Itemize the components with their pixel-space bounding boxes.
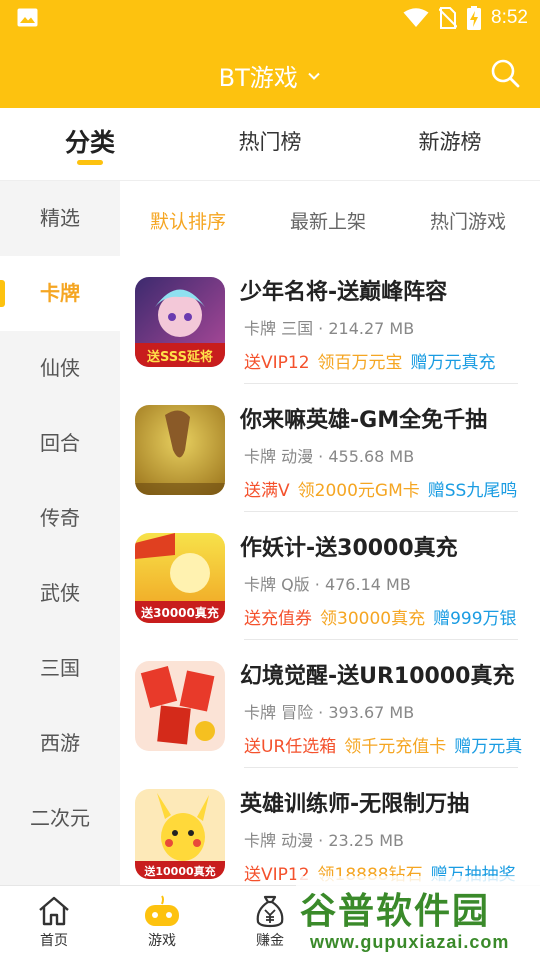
sidebar-item-turn-based[interactable]: 回合 xyxy=(0,406,120,481)
sidebar-item-label: 传奇 xyxy=(40,506,80,530)
sidebar-item-featured[interactable]: 精选 xyxy=(0,181,120,256)
sidebar-item-journey-west[interactable]: 西游 xyxy=(0,706,120,781)
sort-tabs: 默认排序 最新上架 热门游戏 xyxy=(120,181,540,256)
nav-label: 首页 xyxy=(40,933,68,949)
sort-popular[interactable]: 热门游戏 xyxy=(430,207,506,234)
status-time: 8:52 xyxy=(491,7,528,28)
gamepad-icon xyxy=(145,895,179,926)
list-item[interactable]: 幻境觉醒-送UR10000真充 卡牌 冒险 · 393.67 MB 送UR任选箱… xyxy=(120,640,540,768)
sidebar-item-legend[interactable]: 传奇 xyxy=(0,481,120,556)
sidebar-item-label: 二次元 xyxy=(30,806,90,830)
tag-claim: 领30000真充 xyxy=(320,609,426,629)
category-sidebar: 精选 卡牌 仙侠 回合 传奇 武侠 三国 西游 二次元 xyxy=(0,181,120,885)
sidebar-item-label: 卡牌 xyxy=(40,281,80,305)
tab-new-ranking[interactable]: 新游榜 xyxy=(360,126,540,156)
money-bag-icon xyxy=(256,895,284,928)
chevron-down-icon xyxy=(308,72,321,80)
sidebar-item-label: 西游 xyxy=(40,731,80,755)
game-title[interactable]: 幻境觉醒-送UR10000真充 xyxy=(240,658,514,690)
home-icon xyxy=(39,896,69,926)
tab-active-indicator xyxy=(77,160,103,165)
game-title[interactable]: 英雄训练师-无限制万抽 xyxy=(240,786,469,818)
nav-home[interactable]: 首页 xyxy=(14,894,94,950)
game-tags: 送UR任选箱 领千元充值卡 赠万元真 xyxy=(244,732,530,757)
game-thumbnail[interactable]: 送30000真充 xyxy=(135,533,225,623)
sidebar-item-card[interactable]: 卡牌 xyxy=(0,256,120,331)
list-item[interactable]: 送SSS延将 少年名将-送巅峰阵容 卡牌 三国 · 214.27 MB 送VIP… xyxy=(120,256,540,384)
sidebar-item-label: 三国 xyxy=(40,656,80,680)
game-thumbnail[interactable] xyxy=(135,661,225,751)
tab-category[interactable]: 分类 xyxy=(0,123,180,159)
nav-games[interactable]: 游戏 xyxy=(122,894,202,950)
game-thumbnail[interactable] xyxy=(135,405,225,495)
tab-hot-ranking[interactable]: 热门榜 xyxy=(180,126,360,156)
game-tags: 送满V 领2000元GM卡 赠SS九尾鸣 xyxy=(244,476,525,501)
sidebar-item-label: 仙侠 xyxy=(40,356,80,380)
wifi-icon xyxy=(403,8,429,27)
game-thumbnail[interactable]: 送10000真充 xyxy=(135,789,225,879)
game-meta: 卡牌 三国 · 214.27 MB xyxy=(244,319,415,338)
list-item[interactable]: 你来嘛英雄-GM全免千抽 卡牌 动漫 · 455.68 MB 送满V 领2000元… xyxy=(120,384,540,512)
sidebar-item-anime[interactable]: 二次元 xyxy=(0,781,120,856)
game-list: 送SSS延将 少年名将-送巅峰阵容 卡牌 三国 · 214.27 MB 送VIP… xyxy=(120,256,540,885)
tag-bonus: 赠SS九尾鸣 xyxy=(427,481,518,501)
status-icons: 8:52 xyxy=(403,6,528,30)
game-tags: 送充值券 领30000真充 赠999万银 xyxy=(244,604,525,629)
battery-charging-icon xyxy=(467,6,482,30)
list-item[interactable]: 送10000真充 英雄训练师-无限制万抽 卡牌 动漫 · 23.25 MB 送V… xyxy=(120,768,540,885)
thumbnail-caption: 送30000真充 xyxy=(140,605,219,620)
sidebar-item-three-kingdoms[interactable]: 三国 xyxy=(0,631,120,706)
game-thumbnail[interactable]: 送SSS延将 xyxy=(135,277,225,367)
nav-label: 游戏 xyxy=(148,933,176,949)
tag-gift: 送满V xyxy=(244,481,290,501)
tag-bonus: 赠万元真 xyxy=(454,737,523,757)
game-meta: 卡牌 动漫 · 455.68 MB xyxy=(244,447,415,466)
image-notification-icon xyxy=(17,8,38,27)
tag-bonus: 赠999万银 xyxy=(433,609,517,629)
game-meta: 卡牌 动漫 · 23.25 MB xyxy=(244,831,405,850)
game-meta: 卡牌 Q版 · 476.14 MB xyxy=(244,575,411,594)
watermark-url: www.gupuxiazai.com xyxy=(310,932,510,952)
tag-gift: 送UR任选箱 xyxy=(244,737,337,757)
status-bar: 8:52 xyxy=(0,0,540,36)
page-title-dropdown[interactable]: BT游戏 xyxy=(0,58,540,93)
no-sim-icon xyxy=(439,7,458,29)
game-title[interactable]: 你来嘛英雄-GM全免千抽 xyxy=(240,402,487,434)
sidebar-item-label: 回合 xyxy=(40,431,80,455)
game-tags: 送VIP12 领百万元宝 赠万元真充 xyxy=(244,348,504,373)
thumbnail-caption: 送10000真充 xyxy=(143,864,215,878)
tag-claim: 领百万元宝 xyxy=(317,353,403,373)
list-item[interactable]: 送30000真充 作妖计-送30000真充 卡牌 Q版 · 476.14 MB … xyxy=(120,512,540,640)
game-title[interactable]: 少年名将-送巅峰阵容 xyxy=(240,274,447,306)
tag-gift: 送充值券 xyxy=(244,609,312,629)
active-marker xyxy=(0,280,5,307)
title-bar: BT游戏 xyxy=(0,36,540,108)
game-meta: 卡牌 冒险 · 393.67 MB xyxy=(244,703,415,722)
page-title: BT游戏 xyxy=(218,64,298,92)
tag-gift: 送VIP12 xyxy=(244,353,310,373)
sort-default[interactable]: 默认排序 xyxy=(150,207,226,234)
sidebar-item-wuxia[interactable]: 武侠 xyxy=(0,556,120,631)
sidebar-item-xianxia[interactable]: 仙侠 xyxy=(0,331,120,406)
sidebar-item-label: 精选 xyxy=(40,206,80,230)
site-watermark: 谷普软件园 www.gupuxiazai.com xyxy=(296,876,540,960)
search-icon[interactable] xyxy=(490,58,520,88)
watermark-logo-text: 谷普软件园 xyxy=(300,891,491,931)
tag-claim: 领千元充值卡 xyxy=(344,737,447,757)
top-tabs: 分类 热门榜 新游榜 xyxy=(0,108,540,181)
thumbnail-caption: 送SSS延将 xyxy=(146,349,213,365)
sidebar-item-label: 武侠 xyxy=(40,581,80,605)
sort-newest[interactable]: 最新上架 xyxy=(290,207,366,234)
tag-claim: 领2000元GM卡 xyxy=(297,481,420,501)
game-title[interactable]: 作妖计-送30000真充 xyxy=(240,530,458,562)
tag-bonus: 赠万元真充 xyxy=(410,353,496,373)
